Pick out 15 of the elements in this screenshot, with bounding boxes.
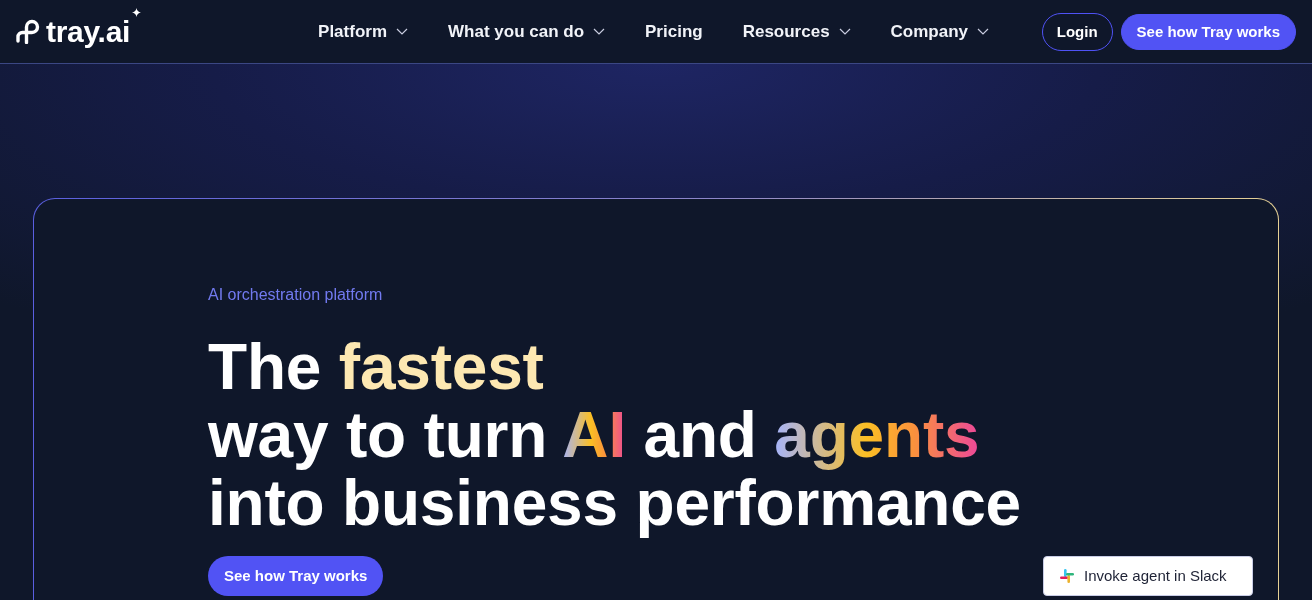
chat-card[interactable]: Invoke agent in Slack (1043, 556, 1253, 596)
headline: The fastest way to turn AI and agents into business performance (208, 333, 1022, 537)
eyebrow-text: AI orchestration platform (208, 285, 384, 305)
nav-dropdown[interactable]: Company (890, 18, 990, 45)
nav-dropdown[interactable]: What you can do (448, 18, 606, 45)
logo-text[interactable]: tray.ai (46, 16, 131, 47)
cta-button[interactable]: See how Tray works (1120, 13, 1296, 50)
slack-icon (1060, 569, 1074, 583)
see-how-tray-works-button[interactable]: See how Tray works (208, 556, 384, 596)
chat-card-label: Invoke agent in Slack (1084, 566, 1227, 586)
nav-dropdown[interactable]: Platform (318, 18, 409, 45)
logo-icon[interactable] (16, 19, 41, 44)
sparkle-icon (132, 7, 142, 17)
nav-link[interactable]: Pricing (645, 18, 703, 45)
nav-dropdown[interactable]: Resources (742, 18, 851, 45)
